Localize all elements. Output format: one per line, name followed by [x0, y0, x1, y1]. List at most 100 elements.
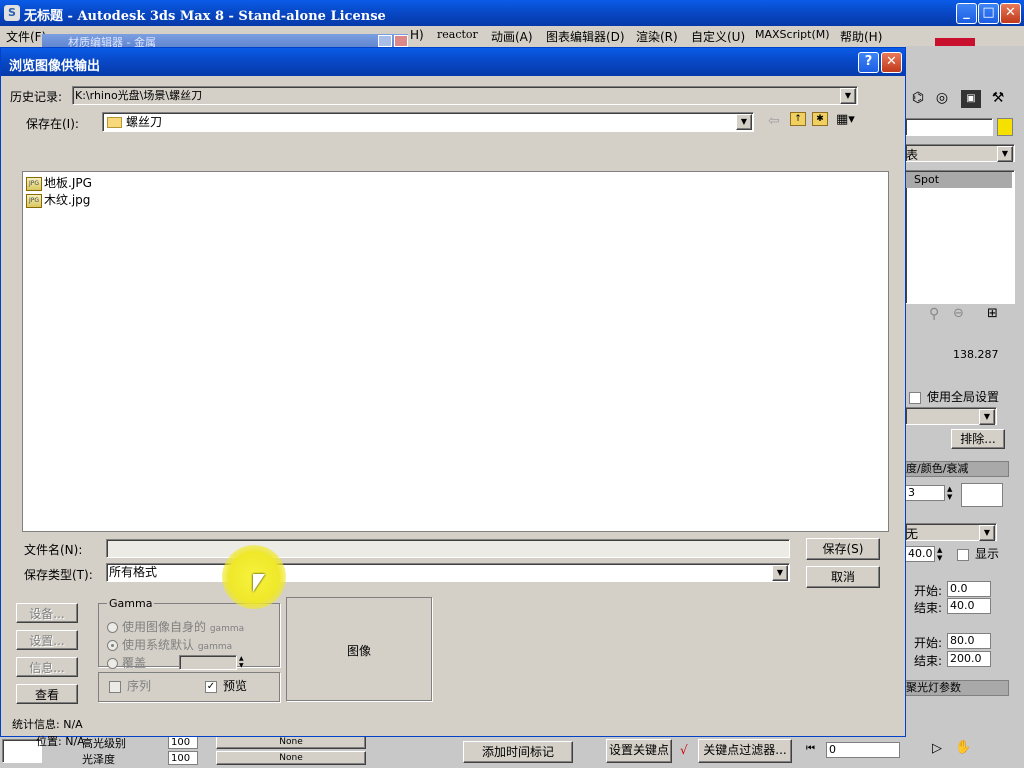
set-key-button[interactable]: 设置关键点 [606, 739, 672, 763]
decay-start-spinner[interactable]: 40.0 [905, 546, 935, 562]
menu-reactor[interactable]: reactor [437, 28, 478, 41]
spinner-arrows[interactable]: ▲ ▼ [937, 546, 942, 562]
play-icon[interactable]: ▷ [932, 741, 942, 756]
gamma-option-override[interactable]: 覆盖 [107, 654, 146, 671]
gamma-option-system[interactable]: 使用系统默认 gamma [107, 636, 232, 653]
menu-customize[interactable]: 自定义(U) [691, 28, 745, 45]
far-end-spinner[interactable]: 200.0 [947, 651, 991, 667]
cancel-button[interactable]: 取消 [806, 566, 880, 588]
menu-maxscript[interactable]: MAXScript(M) [755, 28, 830, 41]
setup-button[interactable]: 设置... [16, 630, 78, 650]
decay-type-dropdown[interactable]: 无 ▼ [905, 523, 997, 541]
multiplier-spinner[interactable]: 3 [905, 485, 945, 501]
chevron-down-icon[interactable]: ▼ [736, 114, 752, 130]
view-button[interactable]: 查看 [16, 684, 78, 704]
sequence-option[interactable]: 序列 [109, 677, 151, 694]
object-type-list[interactable]: Spot [905, 170, 1015, 304]
use-global-settings[interactable]: 使用全局设置 [909, 388, 999, 405]
show-label: 显示 [975, 547, 1000, 561]
glossiness-spinner[interactable]: 100 [168, 751, 198, 765]
rollout-intensity[interactable]: 度/颜色/衰减 [905, 461, 1009, 477]
history-combo[interactable]: K:\rhino光盘\场景\螺丝刀 ▼ [72, 86, 858, 105]
near-end-label: 结束: [914, 601, 943, 615]
rollout-spotlight-params[interactable]: 聚光灯参数 [905, 680, 1009, 696]
file-name: 木纹.jpg [44, 193, 91, 207]
near-end-spinner[interactable]: 40.0 [947, 598, 991, 614]
configure-icon[interactable]: ⊞ [987, 306, 998, 321]
info-button[interactable]: 信息... [16, 657, 78, 677]
current-frame-field[interactable]: 0 [826, 742, 900, 758]
exclude-button[interactable]: 排除... [951, 429, 1005, 449]
lock-icon[interactable]: ⊖ [953, 306, 964, 321]
light-color-swatch[interactable] [961, 483, 1003, 507]
gamma-option-image[interactable]: 使用图像自身的 gamma [107, 618, 244, 635]
type-dropdown[interactable]: 表 ▼ [905, 144, 1015, 162]
spinner-arrows[interactable]: ▲ ▼ [947, 485, 952, 501]
far-start-spinner[interactable]: 80.0 [947, 633, 991, 649]
near-start-label: 开始: [914, 584, 943, 598]
highlight-map-button[interactable]: None [216, 735, 366, 749]
motion-tab-icon[interactable]: ◎ [933, 90, 951, 108]
menu-help[interactable]: 帮助(H) [840, 28, 882, 45]
utilities-tab-icon[interactable]: ⚒ [989, 90, 1007, 108]
show-checkbox[interactable] [957, 548, 969, 561]
filename-input[interactable] [106, 539, 790, 558]
file-name: 地板.JPG [44, 176, 92, 190]
radio-system-gamma[interactable] [107, 640, 118, 651]
radio-image-gamma[interactable] [107, 622, 118, 633]
list-item-spot[interactable]: Spot [906, 172, 1012, 188]
shadow-type-dropdown[interactable]: ▼ [905, 407, 997, 425]
dialog-close-button[interactable]: ✕ [881, 52, 902, 73]
key-filter-icon[interactable]: √ [680, 743, 688, 757]
object-name-field[interactable] [905, 118, 993, 136]
radio-override-gamma[interactable] [107, 658, 118, 669]
new-folder-icon[interactable]: ✱ [812, 112, 828, 126]
help-button[interactable]: ? [858, 52, 879, 73]
glossiness-map-button[interactable]: None [216, 751, 366, 765]
show-decay[interactable]: 显示 [957, 545, 999, 562]
chevron-down-icon[interactable]: ▼ [997, 146, 1013, 162]
menu-rendering[interactable]: 渲染(R) [636, 28, 678, 45]
gamma-override-spinner[interactable] [179, 655, 237, 670]
view-menu-icon[interactable]: ▦▾ [836, 112, 855, 127]
sequence-checkbox[interactable] [109, 680, 121, 693]
chevron-down-icon[interactable]: ▼ [979, 525, 995, 541]
object-color-swatch[interactable] [997, 118, 1013, 136]
devices-button[interactable]: 设备... [16, 603, 78, 623]
save-in-combo[interactable]: 螺丝刀 ▼ [102, 112, 754, 132]
key-filters-button[interactable]: 关键点过滤器... [698, 739, 792, 763]
pin-stack-icon[interactable]: ⚲ [929, 306, 939, 322]
menu-graph-editors[interactable]: 图表编辑器(D) [546, 28, 625, 45]
pan-hand-icon[interactable]: ✋ [955, 740, 971, 755]
restore-button[interactable]: □ [978, 3, 999, 24]
chevron-down-icon[interactable]: ▼ [840, 88, 856, 104]
near-start-spinner[interactable]: 0.0 [947, 581, 991, 597]
display-tab-icon[interactable]: ▣ [961, 90, 981, 108]
highlight-spinner[interactable]: 100 [168, 735, 198, 749]
save-button[interactable]: 保存(S) [806, 538, 880, 560]
gamma-option-system-label: 使用系统默认 [122, 638, 195, 652]
menu-help-partial[interactable]: H) [410, 28, 424, 42]
spinner-arrows[interactable]: ▲ ▼ [239, 655, 244, 669]
chevron-down-icon[interactable]: ▼ [979, 409, 995, 425]
chevron-down-icon[interactable]: ▼ [772, 565, 788, 581]
menu-animation[interactable]: 动画(A) [491, 28, 533, 45]
close-button[interactable]: ✕ [1000, 3, 1021, 24]
material-editor-titlebar[interactable]: 材质编辑器 - 金属 [42, 34, 408, 48]
add-time-tag-button[interactable]: 添加时间标记 [463, 741, 573, 763]
preview-option[interactable]: ✓ 预览 [205, 677, 247, 694]
menu-file[interactable]: 文件(F) [6, 28, 46, 45]
back-icon[interactable]: ⇦ [768, 113, 780, 129]
minimize-button[interactable]: _ [956, 3, 977, 24]
preview-checkbox[interactable]: ✓ [205, 680, 217, 693]
file-item[interactable]: JPG 木纹.jpg [26, 191, 90, 208]
global-settings-checkbox[interactable] [909, 391, 921, 404]
save-in-folder: 螺丝刀 [126, 115, 163, 129]
go-to-start-icon[interactable]: ⏮ [806, 743, 815, 754]
file-item[interactable]: JPG 地板.JPG [26, 174, 92, 191]
filetype-combo[interactable]: 所有格式 ▼ [106, 563, 790, 582]
up-folder-icon[interactable]: ↑ [790, 112, 806, 126]
file-list[interactable]: JPG 地板.JPG JPG 木纹.jpg [22, 171, 889, 532]
stats-label: 统计信息: N/A [12, 716, 83, 732]
hierarchy-tab-icon[interactable]: ⌬ [909, 90, 927, 108]
